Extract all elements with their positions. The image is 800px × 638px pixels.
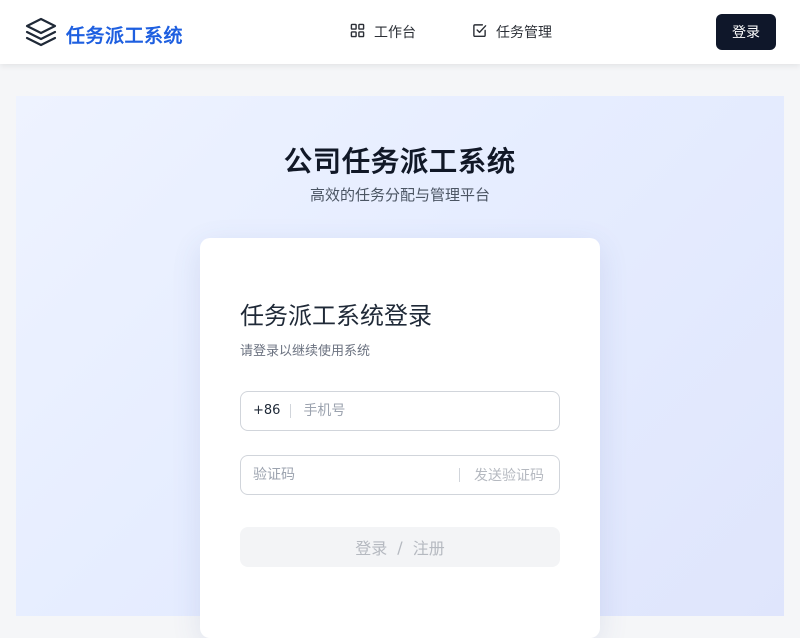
page-title: 公司任务派工系统 [283,145,516,178]
top-navigation-bar: 任务派工系统 工作台 任务管理 登录 [0,0,800,64]
send-code-button[interactable]: 发送验证码 [459,456,559,494]
page-subtitle: 高效的任务分配与管理平台 [309,186,490,204]
nav-item-task-management[interactable]: 任务管理 [472,20,552,44]
main-nav: 工作台 任务管理 [350,20,552,44]
country-code-prefix[interactable]: +86 [241,404,292,418]
nav-item-label: 任务管理 [496,25,552,41]
verification-code-field: 发送验证码 [240,455,560,495]
phone-input[interactable] [291,392,542,430]
login-card-subtitle: 请登录以继续使用系统 [240,344,371,359]
nav-item-workbench[interactable]: 工作台 [350,20,416,44]
submit-register-label: 注册 [412,539,445,558]
login-card-title: 任务派工系统登录 [240,302,432,330]
login-card: 任务派工系统登录 请登录以继续使用系统 +86 发送验证码 登录 / 注册 [200,238,600,638]
submit-login-label: 登录 [355,539,388,558]
login-stage: 公司任务派工系统 高效的任务分配与管理平台 任务派工系统登录 请登录以继续使用系… [16,96,784,638]
nav-item-label: 工作台 [374,25,416,41]
grid-icon [350,23,365,42]
phone-field: +86 [240,391,560,431]
brand-name: 任务派工系统 [66,24,184,47]
brand[interactable]: 任务派工系统 [24,16,183,52]
layers-icon [24,16,58,52]
submit-separator: / [397,537,403,557]
checkbox-icon [472,23,487,42]
header-login-button[interactable]: 登录 [716,14,776,50]
login-register-button[interactable]: 登录 / 注册 [240,527,560,567]
verification-code-input[interactable] [241,456,456,494]
